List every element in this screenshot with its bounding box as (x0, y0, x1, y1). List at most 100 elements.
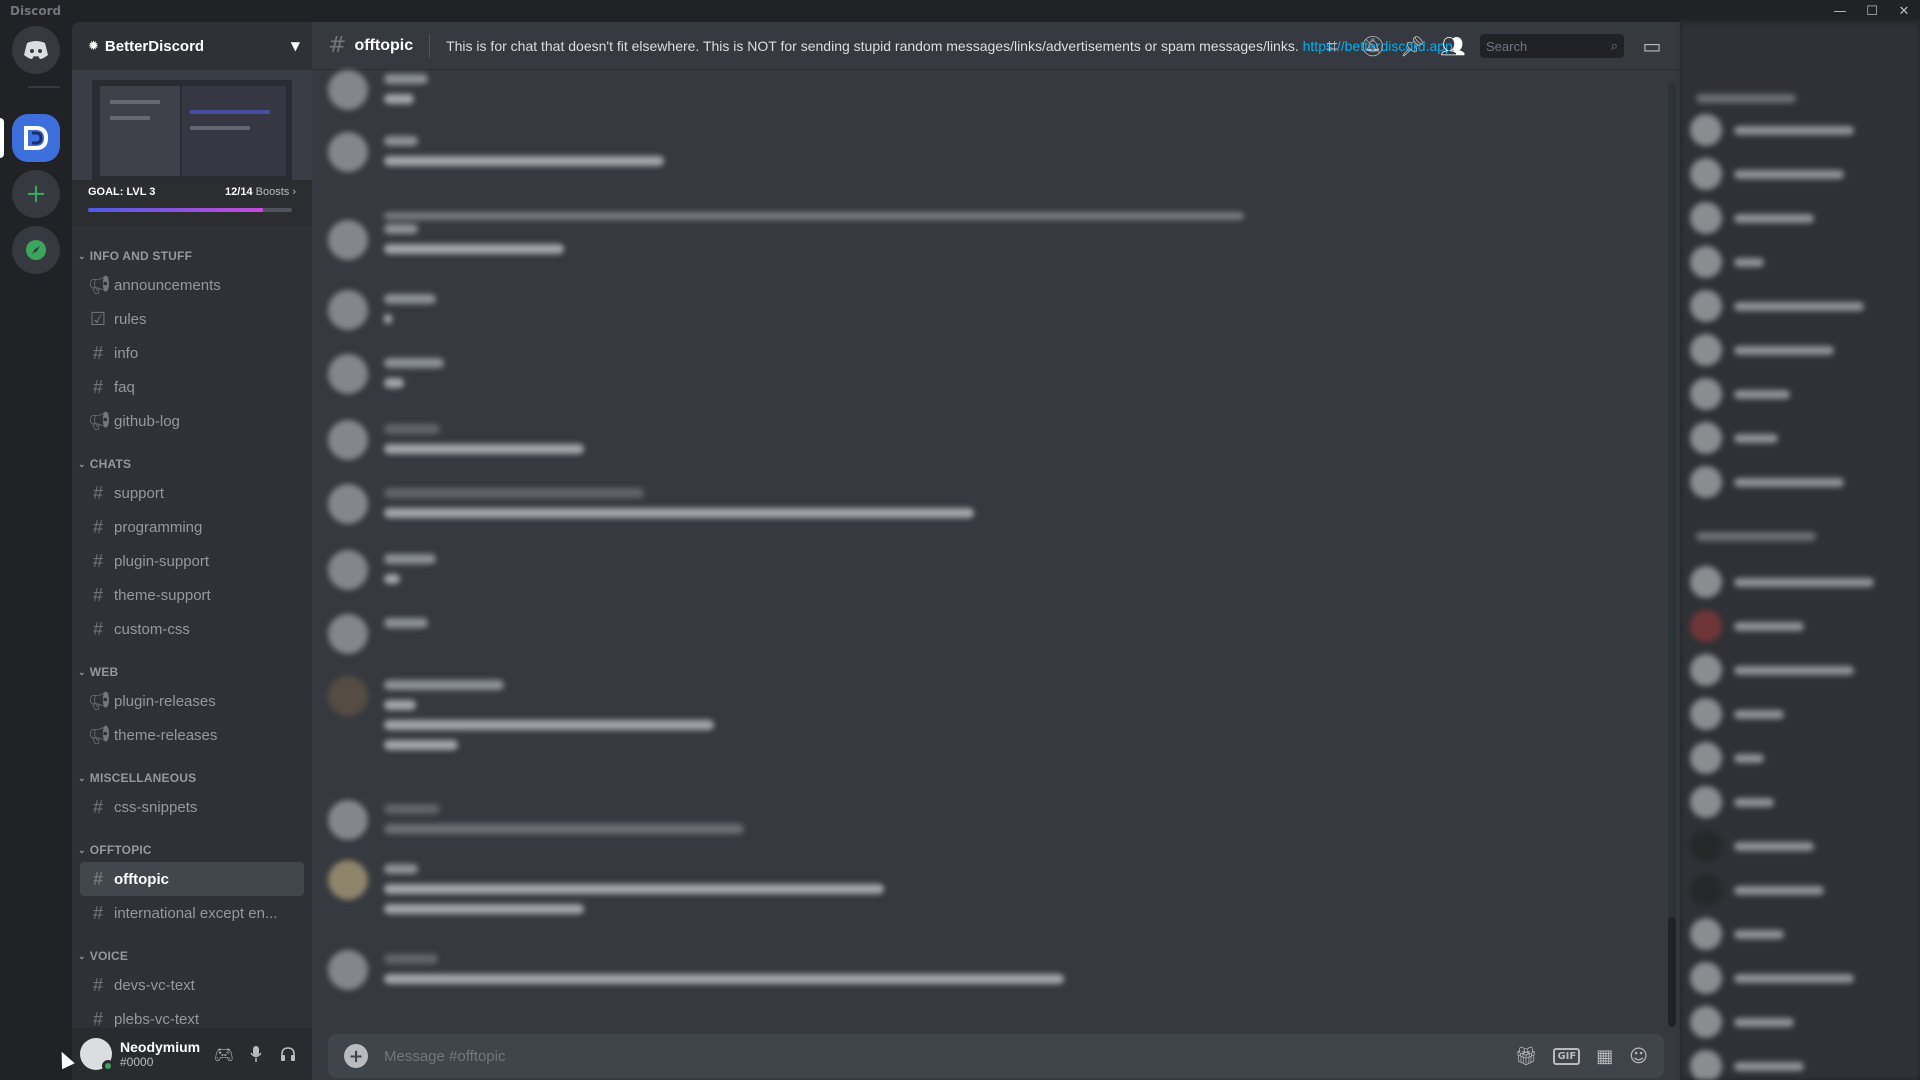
channel-item-rules[interactable]: ☑ rules (80, 302, 304, 336)
message (328, 420, 584, 460)
channel-category[interactable]: ⌄ VOICE (72, 944, 312, 968)
member-item[interactable] (1690, 378, 1790, 410)
boost-goal[interactable]: GOAL: LVL 3 12/14 Boosts › (72, 180, 312, 226)
app-title: Discord (10, 4, 62, 18)
threads-icon[interactable]: ⌗ (1320, 34, 1344, 58)
channel-item-theme-releases[interactable]: 📢︎ theme-releases (80, 718, 304, 752)
channel-item-plugin-support[interactable]: # plugin-support (80, 544, 304, 578)
channel-category[interactable]: ⌄ OFFTOPIC (72, 838, 312, 862)
title-bar: Discord — ☐ ✕ (0, 0, 1920, 22)
channel-item-custom-css[interactable]: # custom-css (80, 612, 304, 646)
emoji-icon[interactable]: ☺ (1629, 1046, 1648, 1067)
scrollbar-thumb[interactable] (1668, 917, 1676, 1027)
member-item[interactable] (1690, 202, 1814, 234)
member-item[interactable] (1690, 610, 1804, 642)
channel-topic[interactable]: This is for chat that doesn't fit elsewh… (446, 38, 1457, 54)
search-input[interactable]: Search ⌕ (1480, 34, 1624, 58)
member-item[interactable] (1690, 698, 1784, 730)
selected-pill (0, 118, 4, 158)
minimize-button[interactable]: — (1824, 0, 1856, 22)
compass-icon (26, 240, 46, 260)
hash-icon: # (92, 482, 103, 503)
channel-item-plugin-releases[interactable]: 📢︎ plugin-releases (80, 684, 304, 718)
message-list (312, 70, 1672, 1014)
channel-item-international-except-en[interactable]: # international except en... (80, 896, 304, 930)
channel-name: github-log (114, 412, 180, 430)
channel-name: faq (114, 378, 135, 396)
channel-name: rules (114, 310, 147, 328)
avatar[interactable] (80, 1038, 114, 1072)
explore-servers-button[interactable] (12, 226, 60, 274)
member-item[interactable] (1690, 246, 1764, 278)
member-item[interactable] (1690, 830, 1814, 862)
channel-item-info[interactable]: # info (80, 336, 304, 370)
channel-name: custom-css (114, 620, 190, 638)
channel-item-css-snippets[interactable]: # css-snippets (80, 790, 304, 824)
member-item[interactable] (1690, 290, 1864, 322)
notification-mute-icon[interactable]: 🔕︎ (1360, 34, 1385, 58)
channel-item-offtopic[interactable]: # offtopic (80, 862, 304, 896)
channel-item-github-log[interactable]: 📢︎ github-log (80, 404, 304, 438)
category-name: MISCELLANEOUS (89, 771, 197, 785)
message-composer[interactable]: + Message #offtopic 🎁︎ GIF ▦ ☺ (328, 1034, 1664, 1078)
channel-name: plugin-releases (114, 692, 216, 710)
channel-name: theme-releases (114, 726, 218, 744)
member-item[interactable] (1690, 422, 1778, 454)
channel-item-programming[interactable]: # programming (80, 510, 304, 544)
add-server-button[interactable]: + (12, 170, 60, 218)
hash-icon: # (92, 868, 103, 889)
channel-item-announcements[interactable]: 📢︎ announcements (80, 268, 304, 302)
gift-icon[interactable]: 🎁︎ (1515, 1046, 1538, 1067)
hash-icon: # (92, 796, 103, 817)
upload-plus-icon[interactable]: + (344, 1044, 368, 1068)
member-list-icon[interactable]: 👥︎ (1440, 34, 1465, 58)
server-header[interactable]: ✹ BetterDiscord ▼ (72, 22, 312, 70)
message (328, 212, 1244, 260)
home-button[interactable] (12, 26, 60, 74)
maximize-button[interactable]: ☐ (1856, 0, 1888, 22)
chat-area: # offtopic This is for chat that doesn't… (312, 22, 1680, 1080)
hash-icon: # (92, 550, 103, 571)
channel-category[interactable]: ⌄ WEB (72, 660, 312, 684)
member-item[interactable] (1690, 874, 1824, 906)
member-item[interactable] (1690, 114, 1854, 146)
boost-count-value: 12/14 (225, 186, 253, 198)
channel-item-theme-support[interactable]: # theme-support (80, 578, 304, 612)
member-item[interactable] (1690, 466, 1844, 498)
message-scrollbar[interactable] (1668, 82, 1676, 1027)
member-item[interactable] (1690, 1006, 1794, 1038)
member-item[interactable] (1690, 654, 1854, 686)
member-item[interactable] (1690, 918, 1784, 950)
hash-icon: # (92, 902, 103, 923)
channel-item-faq[interactable]: # faq (80, 370, 304, 404)
message (328, 484, 974, 524)
member-item[interactable] (1690, 566, 1874, 598)
member-item[interactable] (1690, 158, 1844, 190)
channel-category[interactable]: ⌄ INFO AND STUFF (72, 244, 312, 268)
member-item[interactable] (1690, 334, 1834, 366)
betterdiscord-server-icon[interactable] (12, 114, 60, 162)
channel-category[interactable]: ⌄ MISCELLANEOUS (72, 766, 312, 790)
member-item[interactable] (1690, 962, 1854, 994)
channel-category[interactable]: ⌄ CHATS (72, 452, 312, 476)
channel-item-support[interactable]: # support (80, 476, 304, 510)
inbox-icon[interactable]: ▭ (1640, 34, 1664, 58)
category-name: VOICE (89, 949, 129, 963)
message (328, 676, 714, 750)
headphones-icon[interactable] (272, 1038, 304, 1070)
hash-icon: # (92, 584, 103, 605)
message (328, 860, 884, 914)
close-button[interactable]: ✕ (1888, 0, 1920, 22)
channel-item-devs-vc-text[interactable]: # devs-vc-text (80, 968, 304, 1002)
microphone-icon[interactable] (240, 1038, 272, 1070)
message-input[interactable]: Message #offtopic (384, 1048, 1499, 1065)
category-name: CHATS (89, 457, 132, 471)
member-item[interactable] (1690, 1050, 1804, 1080)
member-item[interactable] (1690, 786, 1774, 818)
pin-icon[interactable]: 📌︎ (1400, 34, 1425, 58)
member-item[interactable] (1690, 742, 1764, 774)
sticker-icon[interactable]: ▦ (1596, 1046, 1613, 1067)
channel-name: info (114, 344, 139, 362)
gif-icon[interactable]: GIF (1553, 1047, 1581, 1065)
game-controller-icon[interactable]: 🎮︎ (208, 1038, 240, 1070)
